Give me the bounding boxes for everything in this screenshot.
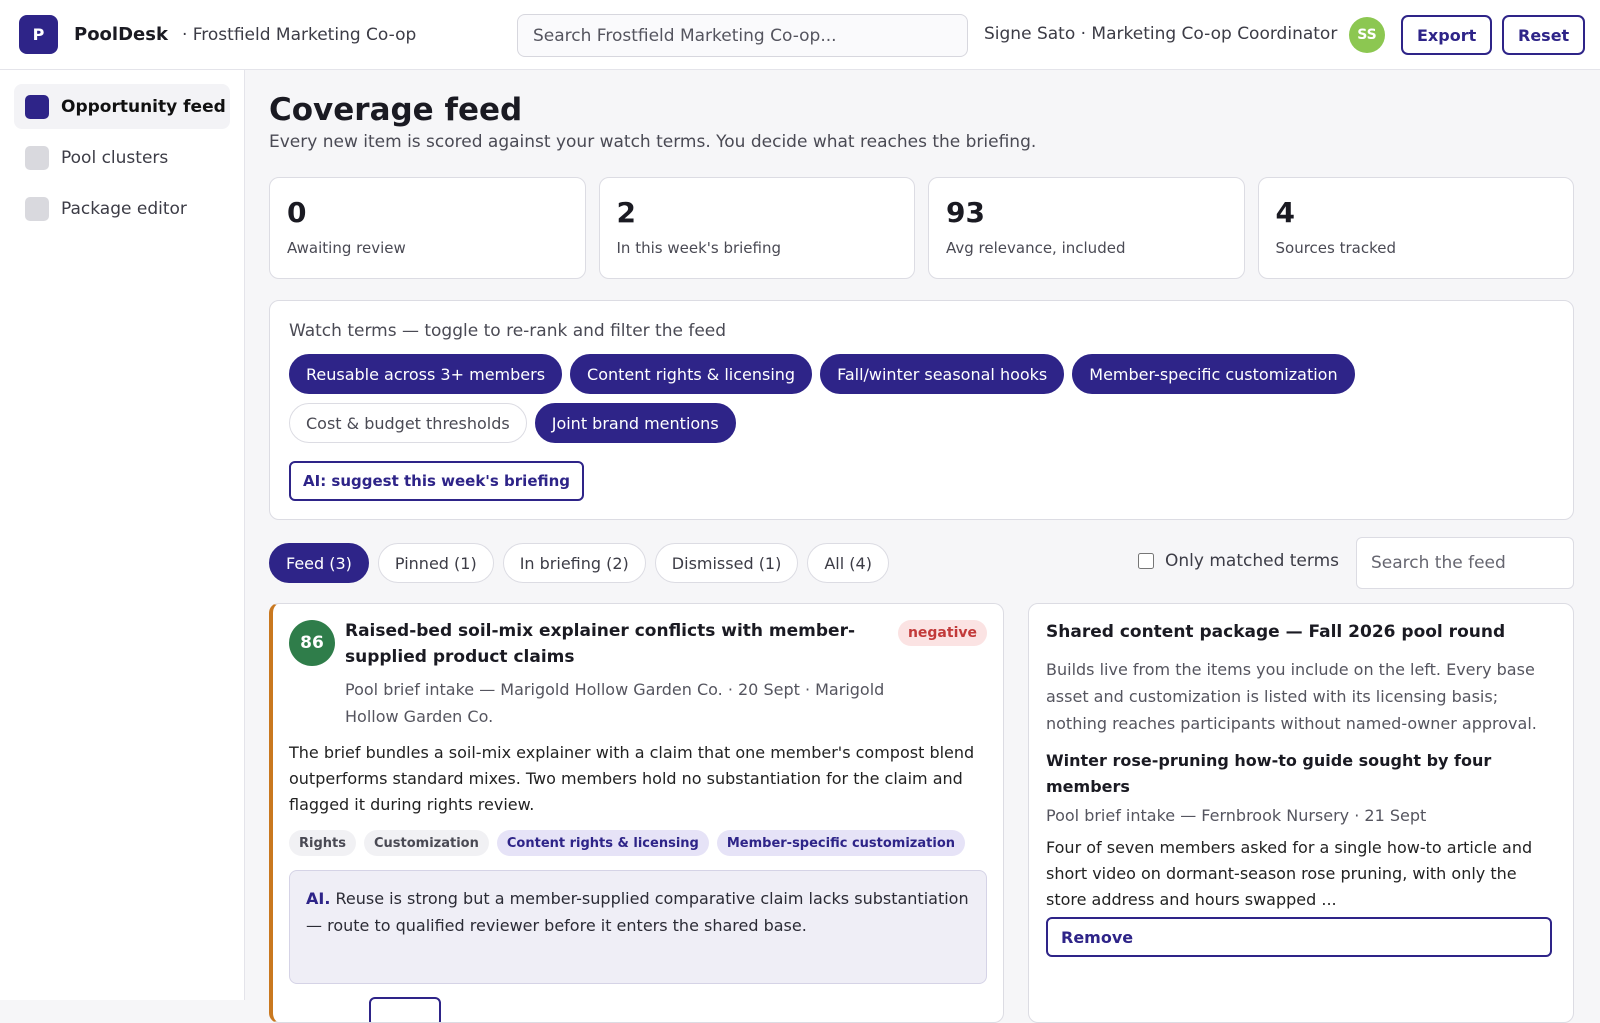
- ai-note-text: Reuse is strong but a member-supplied co…: [306, 889, 969, 935]
- matched-term-tag: Member-specific customization: [716, 830, 966, 856]
- stat-label: In this week's briefing: [616, 239, 782, 257]
- global-search-input[interactable]: [517, 14, 968, 57]
- stat-label: Awaiting review: [287, 239, 406, 257]
- sidebar-item-label: Opportunity feed: [61, 96, 226, 117]
- only-matched-checkbox[interactable]: [1138, 553, 1154, 569]
- sidebar-item-pool-clusters[interactable]: Pool clusters: [14, 135, 230, 180]
- top-bar: P PoolDesk · Frostfield Marketing Co-op …: [0, 0, 1600, 70]
- feed-card[interactable]: 86 Raised-bed soil-mix explainer conflic…: [269, 603, 1004, 1023]
- feed-card-title: Raised-bed soil-mix explainer conflicts …: [345, 621, 856, 667]
- sentiment-badge: negative: [897, 620, 987, 646]
- stat-label: Avg relevance, included: [946, 239, 1126, 257]
- sidebar-item-opportunity-feed[interactable]: Opportunity feed: [14, 84, 230, 129]
- term-toggle-reusable[interactable]: Reusable across 3+ members: [289, 354, 563, 394]
- stat-value: 0: [287, 196, 307, 229]
- remove-item-button[interactable]: Remove: [1046, 917, 1552, 957]
- term-toggle-member-customization[interactable]: Member-specific customization: [1072, 354, 1355, 394]
- sidebar-item-label: Package editor: [61, 198, 187, 219]
- package-item-title: Winter rose-pruning how-to guide sought …: [1046, 751, 1492, 796]
- term-toggle-joint-brand[interactable]: Joint brand mentions: [534, 403, 736, 443]
- feed-card-tags: Rights Customization Content rights & li…: [289, 830, 966, 856]
- feed-tabs: Feed (3) Pinned (1) In briefing (2) Dism…: [269, 543, 889, 583]
- tab-in-briefing[interactable]: In briefing (2): [502, 543, 646, 583]
- stats-row: 0 Awaiting review 2 In this week's brief…: [269, 177, 1574, 279]
- relevance-score-badge: 86: [289, 620, 335, 666]
- export-button[interactable]: Export: [1401, 15, 1493, 55]
- stat-card: 4 Sources tracked: [1257, 177, 1574, 279]
- package-item-body: Four of seven members asked for a single…: [1046, 838, 1533, 909]
- watch-terms-title: Watch terms — toggle to re-rank and filt…: [289, 321, 727, 341]
- main-content: Coverage feed Every new item is scored a…: [269, 70, 1574, 1023]
- package-title: Shared content package — Fall 2026 pool …: [1046, 622, 1506, 642]
- watch-terms-panel: Watch terms — toggle to re-rank and filt…: [269, 300, 1574, 520]
- stat-value: 2: [616, 196, 636, 229]
- stat-card: 2 In this week's briefing: [598, 177, 915, 279]
- nav-square-icon: [25, 196, 49, 221]
- only-matched-toggle[interactable]: Only matched terms: [1138, 551, 1339, 571]
- ai-suggest-briefing-button[interactable]: AI: suggest this week's briefing: [289, 461, 585, 501]
- stat-card: 0 Awaiting review: [269, 177, 586, 279]
- only-matched-label: Only matched terms: [1165, 551, 1339, 571]
- sidebar-item-label: Pool clusters: [61, 147, 169, 168]
- page-title: Coverage feed: [269, 92, 523, 128]
- package-item-meta: Pool brief intake — Fernbrook Nursery · …: [1046, 806, 1427, 825]
- tab-feed[interactable]: Feed (3): [269, 543, 369, 583]
- term-toggle-content-rights[interactable]: Content rights & licensing: [570, 354, 813, 394]
- tab-pinned[interactable]: Pinned (1): [377, 543, 494, 583]
- user-name: Signe Sato · Marketing Co-op Coordinator: [984, 24, 1338, 44]
- package-panel: Shared content package — Fall 2026 pool …: [1028, 603, 1574, 1023]
- org-name: · Frostfield Marketing Co-op: [181, 24, 417, 45]
- stat-card: 93 Avg relevance, included: [928, 177, 1245, 279]
- feed-card-meta: Pool brief intake — Marigold Hollow Gard…: [345, 680, 885, 726]
- matched-term-tag: Content rights & licensing: [496, 830, 709, 856]
- tab-all[interactable]: All (4): [807, 543, 889, 583]
- stat-label: Sources tracked: [1275, 239, 1397, 257]
- avatar[interactable]: SS: [1349, 17, 1385, 53]
- term-toggle-seasonal-hooks[interactable]: Fall/winter seasonal hooks: [820, 354, 1065, 394]
- nav-square-icon: [25, 145, 49, 170]
- sidebar: Opportunity feed Pool clusters Package e…: [0, 70, 245, 1000]
- stat-value: 93: [946, 196, 985, 229]
- tag: Rights: [289, 830, 356, 856]
- tag: Customization: [363, 830, 489, 856]
- feed-search-input[interactable]: [1356, 537, 1574, 589]
- card-action-button[interactable]: [369, 997, 441, 1022]
- feed-card-body: The brief bundles a soil-mix explainer w…: [289, 743, 975, 814]
- package-description: Builds live from the items you include o…: [1046, 660, 1537, 733]
- page-subtitle: Every new item is scored against your wa…: [269, 132, 1037, 152]
- term-toggle-cost-budget[interactable]: Cost & budget thresholds: [289, 403, 527, 443]
- brand-name: PoolDesk: [74, 24, 168, 45]
- app-logo[interactable]: P: [19, 15, 58, 54]
- ai-note: AI. Reuse is strong but a member-supplie…: [289, 870, 987, 984]
- reset-button[interactable]: Reset: [1502, 15, 1586, 55]
- stat-value: 4: [1275, 196, 1295, 229]
- nav-square-icon: [25, 94, 49, 119]
- sidebar-item-package-editor[interactable]: Package editor: [14, 186, 230, 231]
- ai-note-label: AI.: [306, 889, 331, 908]
- tab-dismissed[interactable]: Dismissed (1): [654, 543, 799, 583]
- watch-terms-list: Reusable across 3+ members Content right…: [289, 354, 1489, 443]
